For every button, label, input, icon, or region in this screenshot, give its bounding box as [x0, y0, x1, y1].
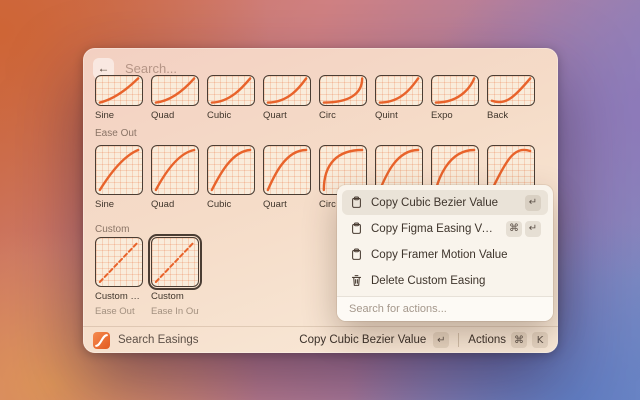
easing-curve-thumbnail [95, 237, 143, 287]
easing-tile-label: Quart [263, 199, 311, 210]
action-menu-item[interactable]: Delete Custom Easing [342, 268, 548, 293]
easings-app-icon [93, 332, 110, 349]
easing-curve-thumbnail [487, 75, 535, 106]
easing-tile-label: Sine [95, 110, 143, 121]
ease-in-row: Sine Quad Cubic Quart [95, 75, 535, 121]
easing-tile[interactable]: Quint [375, 75, 423, 121]
easing-curve-thumbnail [207, 75, 255, 106]
easing-curve-thumbnail [151, 75, 199, 106]
easing-tile[interactable]: Quart [263, 75, 311, 121]
easing-tile-sublabel: Ease Out [95, 306, 143, 317]
clipboard-icon [349, 196, 363, 210]
easing-tile-label: Quad [151, 199, 199, 210]
easing-tile-label: Circ [319, 110, 367, 121]
shortcut-badge: ⌘ [506, 221, 522, 237]
easing-curve-thumbnail [95, 75, 143, 106]
shortcut-badge: ↵ [525, 221, 541, 237]
easing-curve-thumbnail [263, 145, 311, 195]
clipboard-icon [349, 222, 363, 236]
easing-tile-label: Quint [375, 110, 423, 121]
easing-tile-label: Sine [95, 199, 143, 210]
easing-tile[interactable]: Back [487, 75, 535, 121]
easing-curve-thumbnail [151, 237, 199, 287]
easing-tile[interactable]: Cubic [207, 145, 255, 210]
easing-tile-label: Quad [151, 110, 199, 121]
easing-curve-thumbnail [207, 145, 255, 195]
custom-row: Custom Eas… Ease Out Custom Ease In Out [95, 237, 199, 317]
actions-menu-popup: Copy Cubic Bezier Value ↵ Copy Figma Eas… [337, 185, 553, 321]
section-header-custom: Custom [95, 224, 129, 235]
action-menu-item-label: Copy Cubic Bezier Value [371, 197, 517, 209]
back-arrow-icon: ← [98, 61, 110, 75]
easing-curve-thumbnail [319, 75, 367, 106]
easing-tile-label: Expo [431, 110, 479, 121]
actions-button-label: Actions [468, 334, 506, 346]
action-menu-item-label: Copy Figma Easing Value [371, 223, 498, 235]
easing-curve-thumbnail [375, 75, 423, 106]
easing-curve-thumbnail [263, 75, 311, 106]
easing-tile-label: Cubic [207, 110, 255, 121]
easing-tile[interactable]: Quad [151, 145, 199, 210]
easing-tile-sublabel: Ease In Out [151, 306, 199, 317]
footer-divider [458, 333, 459, 347]
action-menu-item[interactable]: Copy Figma Easing Value ⌘↵ [342, 216, 548, 241]
action-menu-item[interactable]: Copy Framer Motion Value [342, 242, 548, 267]
launcher-window: ← Sine Quad Cubic [83, 48, 558, 353]
easing-curve-thumbnail [151, 145, 199, 195]
easing-tile-label: Quart [263, 110, 311, 121]
action-menu-item[interactable]: Copy Cubic Bezier Value ↵ [342, 190, 548, 215]
actions-search-bar [337, 296, 553, 321]
easing-tile[interactable]: Sine [95, 75, 143, 121]
section-header-ease-out: Ease Out [95, 128, 137, 139]
action-menu-item-label: Copy Framer Motion Value [371, 249, 533, 261]
k-key-badge: K [532, 332, 548, 348]
search-input[interactable] [123, 60, 548, 77]
easing-tile-label: Custom Eas… [95, 291, 143, 302]
easing-tile[interactable]: Cubic [207, 75, 255, 121]
return-key-badge: ↵ [433, 332, 449, 348]
easing-tile-label: Cubic [207, 199, 255, 210]
actions-menu-list: Copy Cubic Bezier Value ↵ Copy Figma Eas… [337, 185, 553, 296]
clipboard-icon [349, 248, 363, 262]
primary-action-button[interactable]: Copy Cubic Bezier Value [299, 334, 426, 346]
easing-tile[interactable]: Custom Eas… Ease Out [95, 237, 143, 317]
action-menu-item-label: Delete Custom Easing [371, 275, 533, 287]
easing-tile-label: Custom [151, 291, 199, 302]
easing-tile[interactable]: Expo [431, 75, 479, 121]
actions-search-input[interactable] [347, 302, 543, 316]
easing-curve-thumbnail [95, 145, 143, 195]
easing-tile[interactable]: Sine [95, 145, 143, 210]
easing-curve-thumbnail [431, 75, 479, 106]
shortcut-badge: ↵ [525, 195, 541, 211]
actions-button[interactable]: Actions ⌘ K [468, 332, 548, 348]
easing-tile-label: Back [487, 110, 535, 121]
status-bar: Search Easings Copy Cubic Bezier Value ↵… [83, 326, 558, 353]
trash-icon [349, 274, 363, 288]
easing-tile[interactable]: Quart [263, 145, 311, 210]
app-title: Search Easings [118, 334, 199, 346]
easing-tile[interactable]: Custom Ease In Out [151, 237, 199, 317]
easing-tile[interactable]: Quad [151, 75, 199, 121]
easing-tile[interactable]: Circ [319, 75, 367, 121]
command-key-badge: ⌘ [511, 332, 527, 348]
